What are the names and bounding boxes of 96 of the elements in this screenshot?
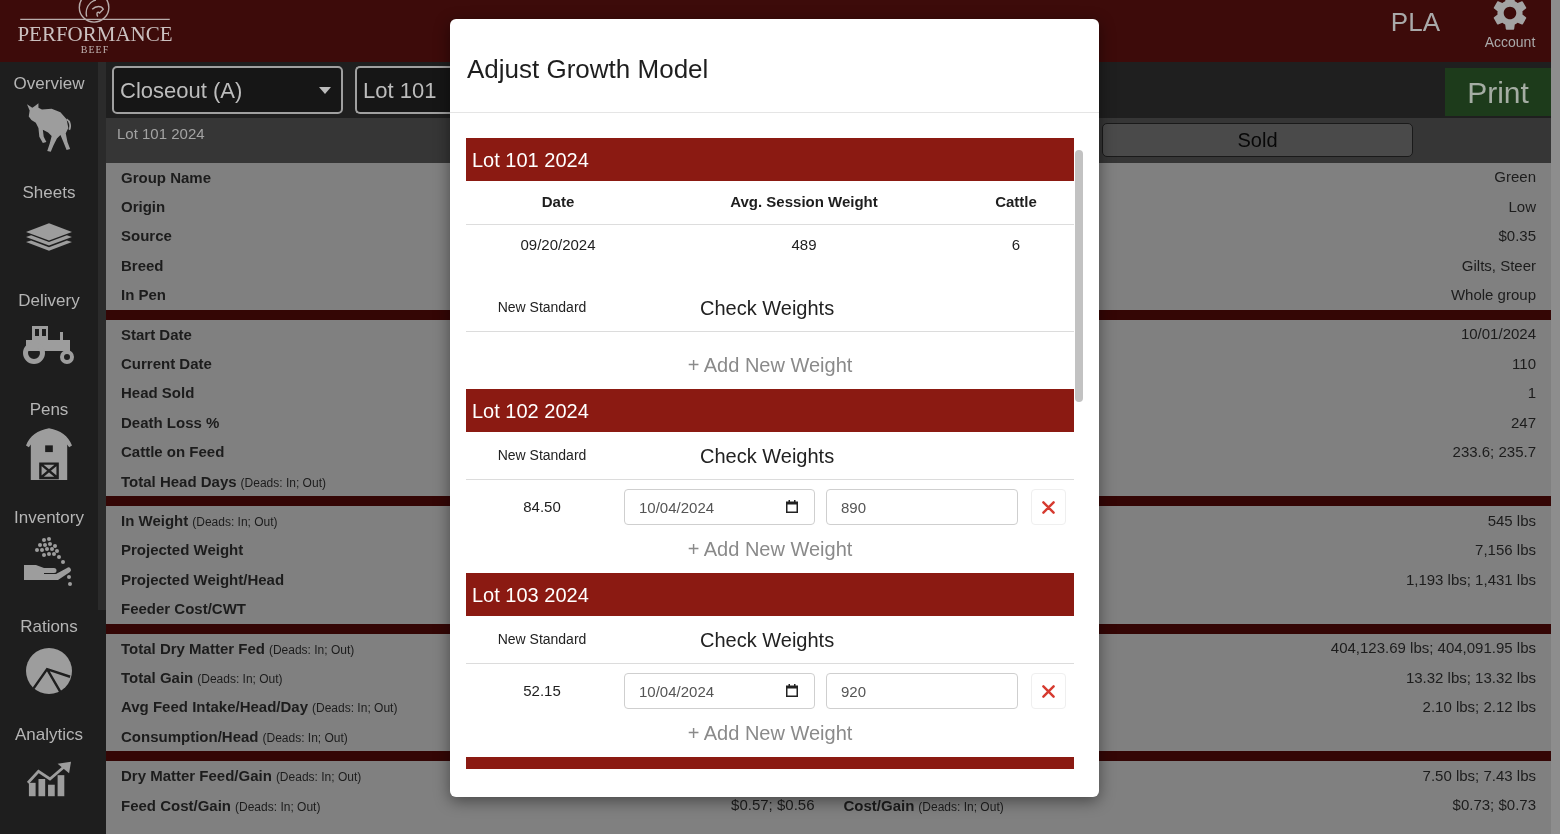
row-label: Consumption/Head (Deads: In; Out) (121, 726, 348, 747)
row-value: 1 (1527, 383, 1536, 404)
date-field[interactable]: 10/04/2024 (624, 489, 815, 525)
row-value: 13.32 lbs; 13.32 lbs (1405, 667, 1536, 688)
print-button[interactable]: Print (1445, 68, 1551, 116)
tractor-icon (22, 326, 76, 364)
row-label: Avg Feed Intake/Head/Day (Deads: In; Out) (121, 697, 398, 718)
lot-header: Lot 101 2024 (466, 138, 1074, 181)
column-header: Date (540, 192, 576, 213)
nav-item[interactable]: Rations (0, 604, 98, 713)
row-value: 545 lbs (1487, 510, 1536, 531)
caret-icon (319, 86, 331, 94)
weight-field[interactable]: 920 (826, 673, 1018, 709)
table-cell-text: 6 (1010, 235, 1022, 256)
row-label: Dry Matter Feed/Gain (Deads: In; Out) (121, 766, 362, 787)
row-label: Cattle on Feed (121, 442, 225, 463)
row-label: Projected Weight/Head (121, 569, 285, 590)
row-value: $0.73; $0.73 (1452, 795, 1536, 816)
row-value: 247 (1510, 412, 1536, 433)
lot-header: Lot 103 2024 (466, 573, 1074, 616)
check-weights-label: Check Weights (700, 627, 835, 653)
pie-chart-icon (26, 647, 72, 694)
row-label: Total Gain (Deads: In; Out) (121, 667, 283, 688)
row-label: In Pen (121, 285, 166, 306)
standard-label: New Standard (497, 298, 587, 317)
layers-icon (26, 221, 72, 252)
standard-value: 52.15 (523, 680, 561, 701)
seed-hand-icon (24, 537, 74, 587)
row-label: Head Sold (121, 383, 195, 404)
row-label: Total Head Days (Deads: In; Out) (121, 471, 326, 492)
standard-value: 84.50 (523, 496, 561, 517)
lot-title: Lot 101 2024 (117, 124, 205, 144)
row-value: Green (1494, 167, 1536, 188)
gear-icon (1493, 0, 1527, 30)
dropdown[interactable]: Lot 101 (355, 66, 450, 114)
check-weights-label: Check Weights (700, 295, 835, 321)
account-button[interactable]: Account (1480, 0, 1540, 50)
row-value: 2.10 lbs; 2.12 lbs (1422, 697, 1536, 718)
nav-item[interactable]: Inventory (0, 496, 98, 605)
delete-button[interactable] (1031, 673, 1066, 709)
check-weights-label: Check Weights (700, 443, 835, 469)
table-cell-text: 489 (790, 235, 818, 256)
dropdown[interactable]: Closeout (A) (112, 66, 343, 114)
row-label: Cost/Gain (Deads: In; Out) (843, 795, 1004, 816)
row-label: Source (121, 226, 172, 247)
scrollbar[interactable] (1551, 0, 1560, 834)
row-label: Projected Weight (121, 540, 244, 561)
row-label: Total Dry Matter Fed (Deads: In; Out) (121, 638, 355, 659)
row-label: Start Date (121, 324, 192, 345)
row-label: Origin (121, 197, 166, 218)
row-value: $0.57; $0.56 (731, 795, 815, 816)
chart-icon (27, 761, 71, 797)
date-field[interactable]: 10/04/2024 (624, 673, 815, 709)
standard-label: New Standard (497, 446, 587, 465)
nav-item[interactable]: Sheets (0, 170, 98, 279)
bull-icon (27, 101, 71, 155)
modal-title: Adjust Growth Model (467, 53, 709, 86)
row-label: Breed (121, 255, 164, 276)
logo-text: PERFORMANCE (17, 24, 173, 44)
lot-header: Lot 102 2024 (466, 389, 1074, 432)
row-value: 10/01/2024 (1460, 324, 1536, 345)
scrollbar-thumb[interactable] (98, 62, 106, 610)
nav-item[interactable]: Analytics (0, 713, 98, 822)
row-label: Feed Cost/Gain (Deads: In; Out) (121, 795, 321, 816)
nav-item[interactable]: Delivery (0, 279, 98, 388)
delete-button[interactable] (1031, 489, 1066, 525)
table-cell-text: 09/20/2024 (519, 235, 597, 256)
row-value: $0.35 (1498, 226, 1536, 247)
x-icon (1042, 684, 1055, 698)
standard-label: New Standard (497, 630, 587, 649)
row-value: Low (1508, 196, 1536, 217)
scrollbar-thumb[interactable] (1075, 150, 1083, 402)
barn-icon (26, 427, 72, 480)
logo-tagline: BEEF (80, 44, 110, 55)
row-label: In Weight (Deads: In; Out) (121, 511, 278, 531)
column-header: Cattle (994, 192, 1038, 213)
x-icon (1042, 500, 1055, 514)
row-label: Death Loss % (121, 412, 220, 433)
row-value: 7.50 lbs; 7.43 lbs (1422, 765, 1536, 786)
row-label: Group Name (121, 167, 211, 188)
nav-item[interactable]: Pens (0, 387, 98, 496)
calendar-icon (786, 684, 798, 697)
row-label: Feeder Cost/CWT (121, 599, 246, 620)
row-label: Current Date (121, 354, 212, 375)
weight-field[interactable]: 890 (826, 489, 1018, 525)
user-initials: PLA (1390, 7, 1440, 37)
row-value: 404,123.69 lbs; 404,091.95 lbs (1330, 638, 1536, 659)
row-value: 1,193 lbs; 1,431 lbs (1405, 569, 1536, 590)
calendar-icon (786, 500, 798, 513)
row-value: 7,156 lbs (1475, 540, 1536, 561)
nav-item[interactable]: Overview (0, 62, 98, 171)
row-value: 233.6; 235.7 (1452, 441, 1536, 462)
row-value: 110 (1512, 353, 1536, 374)
row-value: Gilts, Steer (1461, 255, 1536, 276)
column-header: Avg. Session Weight (729, 192, 879, 213)
row-value: Whole group (1450, 285, 1536, 305)
